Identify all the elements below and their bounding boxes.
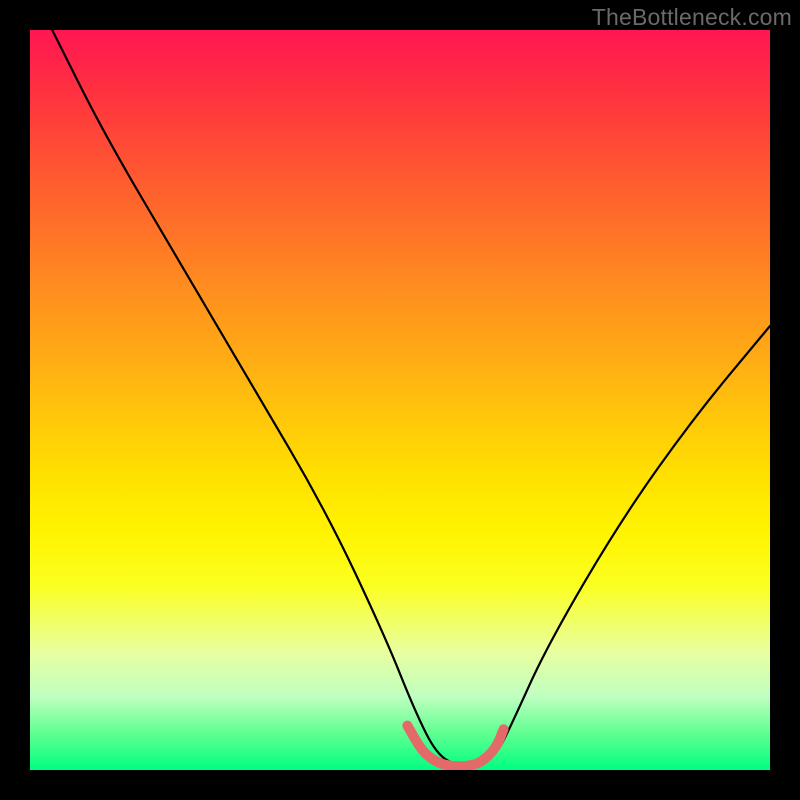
bottleneck-curve-path <box>52 30 770 766</box>
chart-svg <box>30 30 770 770</box>
chart-plot-area <box>30 30 770 770</box>
valley-highlight-path <box>407 726 503 767</box>
attribution-text: TheBottleneck.com <box>592 4 792 31</box>
